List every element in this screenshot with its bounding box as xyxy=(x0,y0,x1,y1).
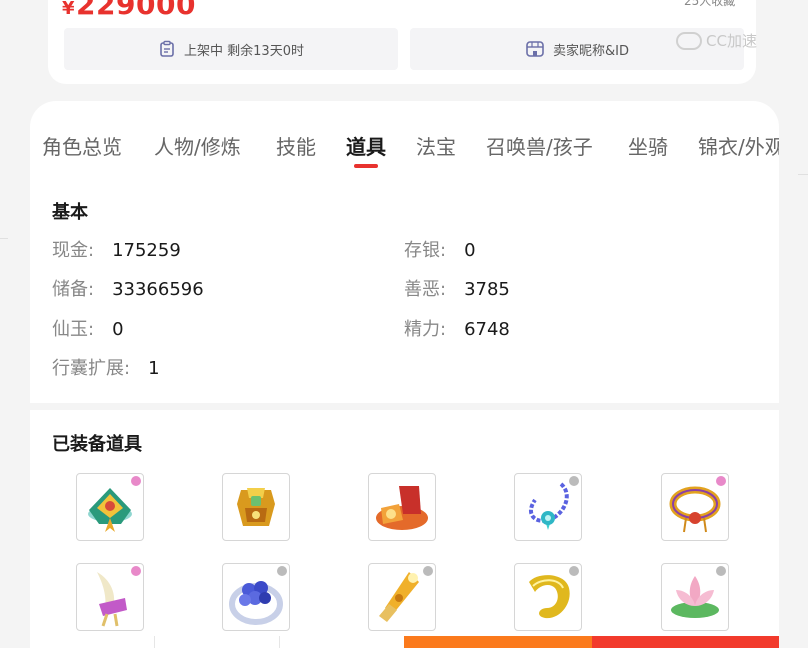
price: ¥229000 xyxy=(62,0,196,21)
red-boots-icon[interactable] xyxy=(368,473,436,541)
add-to-cart-button[interactable] xyxy=(404,636,592,648)
status-pill: 上架中 剩余13天0时 xyxy=(64,28,398,70)
golden-armor-icon[interactable] xyxy=(222,473,290,541)
field-deposit: 存银: 0 xyxy=(404,240,476,261)
favorites-count: 25人收藏 xyxy=(684,0,736,8)
active-tab-indicator xyxy=(354,164,378,168)
lock-badge-icon xyxy=(716,566,726,576)
tab-bar: 角色总览 人物/修炼 技能 道具 法宝 召唤兽/孩子 坐骑 锦衣/外观 xyxy=(30,131,779,171)
section-title-basic: 基本 xyxy=(52,202,88,223)
blue-orb-ring-icon[interactable] xyxy=(222,563,290,631)
equipped-items-card: 已装备道具 xyxy=(30,410,779,648)
horn-weapon-icon[interactable] xyxy=(76,563,144,631)
tab-character[interactable]: 人物/修炼 xyxy=(154,131,241,160)
lotus-flower-icon[interactable] xyxy=(661,563,729,631)
divider xyxy=(798,174,808,175)
lock-badge-icon xyxy=(569,476,579,486)
watermark-logo-icon xyxy=(676,31,702,50)
lock-badge-icon xyxy=(569,566,579,576)
phoenix-helmet-icon[interactable] xyxy=(76,473,144,541)
shop-icon xyxy=(526,41,544,57)
tab-summons[interactable]: 召唤兽/孩子 xyxy=(486,131,593,160)
lock-badge-icon xyxy=(423,566,433,576)
gold-ring-icon[interactable] xyxy=(514,563,582,631)
buy-now-button[interactable] xyxy=(592,636,779,648)
tab-appearance[interactable]: 锦衣/外观 xyxy=(698,131,779,160)
gem-necklace-icon[interactable] xyxy=(514,473,582,541)
lock-badge-icon xyxy=(277,566,287,576)
listing-status-icon xyxy=(160,40,174,57)
divider xyxy=(0,238,8,239)
golden-flail-icon[interactable] xyxy=(368,563,436,631)
watermark: CC加速 xyxy=(676,30,757,51)
pink-badge-icon xyxy=(131,566,141,576)
tab-skills[interactable]: 技能 xyxy=(276,131,316,160)
section-title-equipped: 已装备道具 xyxy=(52,434,142,455)
field-karma: 善恶: 3785 xyxy=(404,279,510,300)
field-reserve: 储备: 33366596 xyxy=(52,279,204,300)
tab-mounts[interactable]: 坐骑 xyxy=(628,131,668,160)
bottom-action-2[interactable] xyxy=(155,636,280,648)
pink-badge-icon xyxy=(716,476,726,486)
detail-card: 角色总览 人物/修炼 技能 道具 法宝 召唤兽/孩子 坐骑 锦衣/外观 基本 现… xyxy=(30,101,779,403)
tab-treasure[interactable]: 法宝 xyxy=(416,131,456,160)
tab-items[interactable]: 道具 xyxy=(346,131,386,160)
pink-badge-icon xyxy=(131,476,141,486)
field-jade: 仙玉: 0 xyxy=(52,319,124,340)
tab-overview[interactable]: 角色总览 xyxy=(42,131,122,160)
field-cash: 现金: 175259 xyxy=(52,240,181,261)
field-energy: 精力: 6748 xyxy=(404,319,510,340)
bottom-action-1[interactable] xyxy=(30,636,155,648)
field-bag-expansion: 行囊扩展: 1 xyxy=(52,358,160,379)
golden-bracelet-icon[interactable] xyxy=(661,473,729,541)
bottom-action-3[interactable] xyxy=(280,636,404,648)
bottom-action-bar xyxy=(30,636,779,648)
